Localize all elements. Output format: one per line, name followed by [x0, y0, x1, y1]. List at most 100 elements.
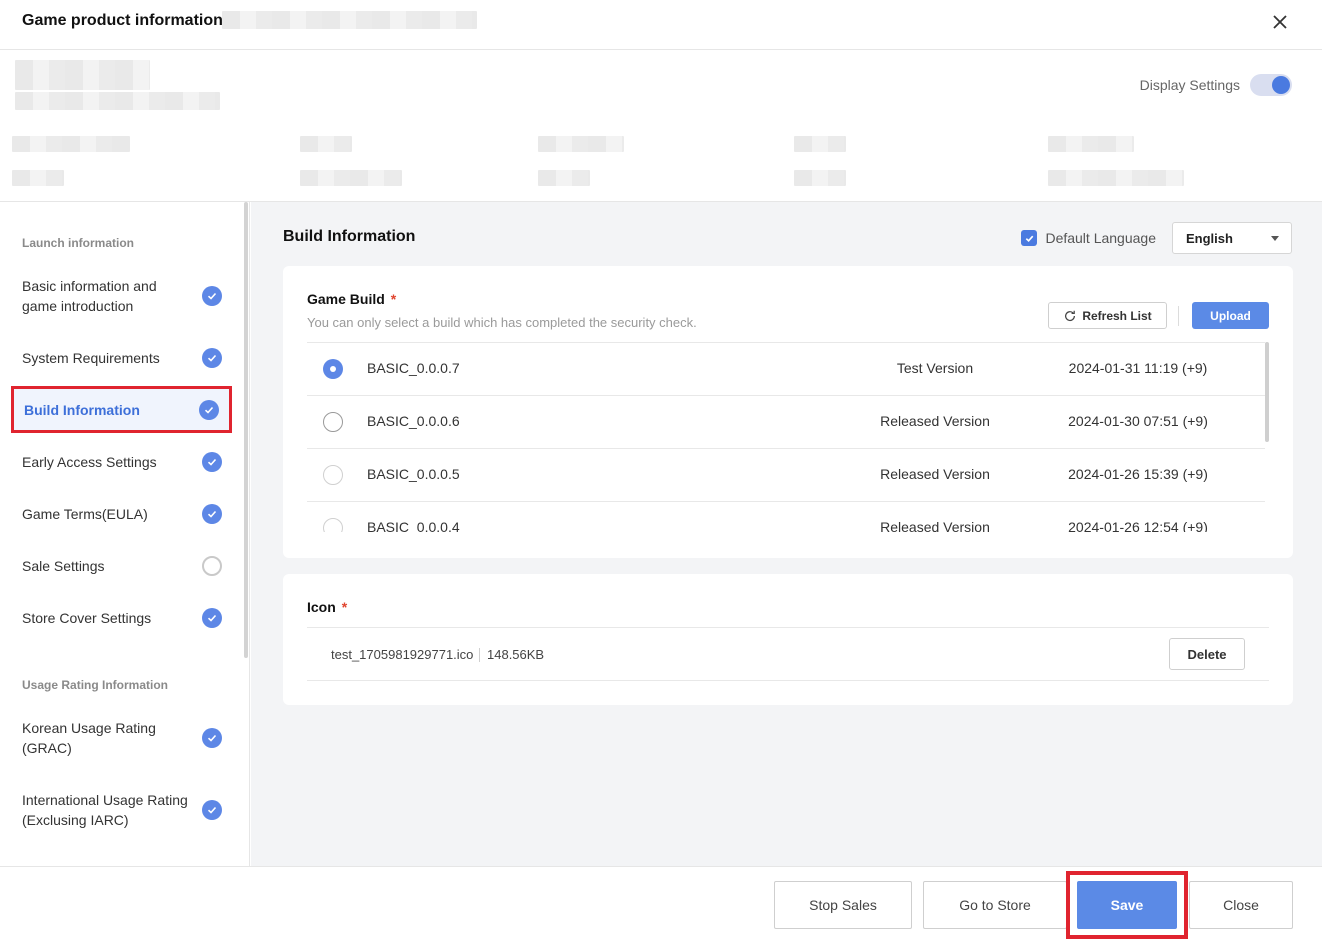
- go-to-store-label: Go to Store: [959, 897, 1031, 913]
- sidebar-item-sale-settings[interactable]: Sale Settings: [12, 556, 232, 576]
- sidebar-item-korean-usage-rating[interactable]: Korean Usage Rating (GRAC): [12, 718, 232, 758]
- build-date: 2024-01-30 07:51 (+9): [1068, 413, 1208, 429]
- build-row[interactable]: BASIC_0.0.0.4 Released Version 2024-01-2…: [307, 502, 1265, 532]
- section-label-launch: Launch information: [22, 236, 134, 250]
- check-icon: [202, 286, 222, 306]
- icon-file-row: test_1705981929771.ico 148.56KB Delete: [307, 627, 1269, 681]
- icon-file-size: 148.56KB: [487, 647, 545, 662]
- radio-unselected[interactable]: [323, 412, 343, 432]
- toggle-knob: [1272, 76, 1290, 94]
- build-type: Released Version: [880, 519, 990, 532]
- close-button[interactable]: Close: [1189, 881, 1293, 929]
- redacted-field: [1048, 170, 1184, 186]
- build-list-scrollbar[interactable]: [1265, 342, 1269, 442]
- game-build-card: Game Build * You can only select a build …: [283, 266, 1293, 558]
- refresh-icon: [1065, 310, 1076, 321]
- build-date: 2024-01-31 11:19 (+9): [1068, 360, 1208, 376]
- save-highlight-box: [1066, 871, 1188, 939]
- sidebar-item-international-usage-rating[interactable]: International Usage Rating (Exclusing IA…: [12, 790, 232, 830]
- language-select[interactable]: English: [1172, 222, 1292, 254]
- incomplete-circle-icon: [202, 556, 222, 576]
- upload-button[interactable]: Upload: [1192, 302, 1269, 329]
- sidebar-item-game-terms[interactable]: Game Terms(EULA): [12, 504, 232, 524]
- sidebar-scrollbar[interactable]: [244, 202, 248, 658]
- icon-title-text: Icon: [307, 599, 336, 615]
- close-label: Close: [1223, 897, 1259, 913]
- sidebar-item-label: Build Information: [24, 401, 140, 418]
- radio-selected[interactable]: [323, 359, 343, 379]
- build-name: BASIC_0.0.0.4: [367, 519, 460, 532]
- build-date: 2024-01-26 15:39 (+9): [1068, 466, 1208, 482]
- stop-sales-button[interactable]: Stop Sales: [774, 881, 912, 929]
- icon-file-name: test_1705981929771.ico: [331, 647, 474, 662]
- sidebar-item-store-cover-settings[interactable]: Store Cover Settings: [12, 608, 232, 628]
- divider: [1178, 306, 1179, 326]
- redacted-field: [794, 170, 846, 186]
- main-content: Build Information Default Language Engli…: [251, 202, 1322, 866]
- page-title: Build Information: [283, 228, 416, 245]
- redacted-field: [1048, 136, 1134, 152]
- sidebar-item-label: Early Access Settings: [22, 454, 157, 470]
- divider: [479, 648, 480, 662]
- required-mark: *: [341, 599, 348, 615]
- check-icon: [199, 399, 219, 420]
- redacted-product-name: [15, 60, 150, 90]
- sidebar-item-label: Sale Settings: [22, 558, 105, 574]
- redacted-field: [300, 170, 402, 186]
- close-icon[interactable]: [1268, 10, 1292, 34]
- game-build-title: Game Build *: [307, 291, 396, 307]
- go-to-store-button[interactable]: Go to Store: [923, 881, 1067, 929]
- redacted-field: [794, 136, 846, 152]
- build-type: Released Version: [880, 466, 990, 482]
- game-build-hint: You can only select a build which has co…: [307, 315, 697, 330]
- build-list: BASIC_0.0.0.7 Test Version 2024-01-31 11…: [307, 342, 1265, 532]
- redacted-product-name: [15, 92, 220, 110]
- modal-header: Game product information: [0, 0, 1322, 50]
- language-select-value: English: [1186, 230, 1233, 246]
- default-language-label: Default Language: [1045, 230, 1156, 246]
- refresh-list-button[interactable]: Refresh List: [1048, 302, 1167, 329]
- section-label-usage-rating: Usage Rating Information: [22, 678, 169, 692]
- display-settings-label: Display Settings: [1139, 77, 1240, 93]
- redacted-field: [12, 136, 130, 152]
- product-summary: Display Settings: [0, 50, 1322, 202]
- upload-label: Upload: [1210, 308, 1251, 323]
- modal-footer: Stop Sales Go to Store Save Close: [0, 866, 1322, 942]
- sidebar-item-early-access-settings[interactable]: Early Access Settings: [12, 452, 232, 472]
- build-row[interactable]: BASIC_0.0.0.5 Released Version 2024-01-2…: [307, 449, 1265, 502]
- redacted-field: [538, 136, 624, 152]
- sidebar-item-build-information[interactable]: Build Information: [11, 386, 232, 433]
- language-settings: Default Language English: [1021, 222, 1292, 254]
- radio-unselected[interactable]: [323, 518, 343, 532]
- sidebar-item-label: Store Cover Settings: [22, 610, 152, 626]
- build-row[interactable]: BASIC_0.0.0.7 Test Version 2024-01-31 11…: [307, 343, 1265, 396]
- build-row[interactable]: BASIC_0.0.0.6 Released Version 2024-01-3…: [307, 396, 1265, 449]
- sidebar-item-label: Basic information and game introduction: [22, 278, 157, 314]
- build-name: BASIC_0.0.0.7: [367, 360, 460, 376]
- build-date: 2024-01-26 12:54 (+9): [1068, 519, 1208, 532]
- modal-title: Game product information: [22, 12, 223, 29]
- sidebar-item-basic-information[interactable]: Basic information and game introduction: [12, 276, 232, 316]
- delete-label: Delete: [1187, 646, 1227, 662]
- required-mark: *: [390, 291, 397, 307]
- redacted-field: [538, 170, 590, 186]
- build-type: Released Version: [880, 413, 990, 429]
- sidebar-item-system-requirements[interactable]: System Requirements: [12, 348, 232, 368]
- sidebar-item-label: Game Terms(EULA): [22, 506, 148, 522]
- game-build-title-text: Game Build: [307, 291, 385, 307]
- radio-unselected[interactable]: [323, 465, 343, 485]
- sidebar-item-label: Korean Usage Rating (GRAC): [22, 720, 156, 756]
- redacted-title-detail: [222, 11, 477, 29]
- icon-title: Icon *: [307, 599, 347, 615]
- chevron-down-icon: [1271, 235, 1279, 241]
- icon-card: Icon * test_1705981929771.ico 148.56KB De…: [283, 574, 1293, 705]
- sidebar-item-label: System Requirements: [22, 350, 160, 366]
- display-settings: Display Settings: [1140, 74, 1292, 96]
- default-language-checkbox[interactable]: [1021, 230, 1038, 246]
- build-name: BASIC_0.0.0.6: [367, 413, 460, 429]
- display-settings-toggle[interactable]: [1250, 74, 1292, 96]
- stop-sales-label: Stop Sales: [809, 897, 877, 913]
- delete-button[interactable]: Delete: [1169, 638, 1245, 670]
- check-icon: [202, 800, 222, 820]
- refresh-list-label: Refresh List: [1082, 308, 1152, 323]
